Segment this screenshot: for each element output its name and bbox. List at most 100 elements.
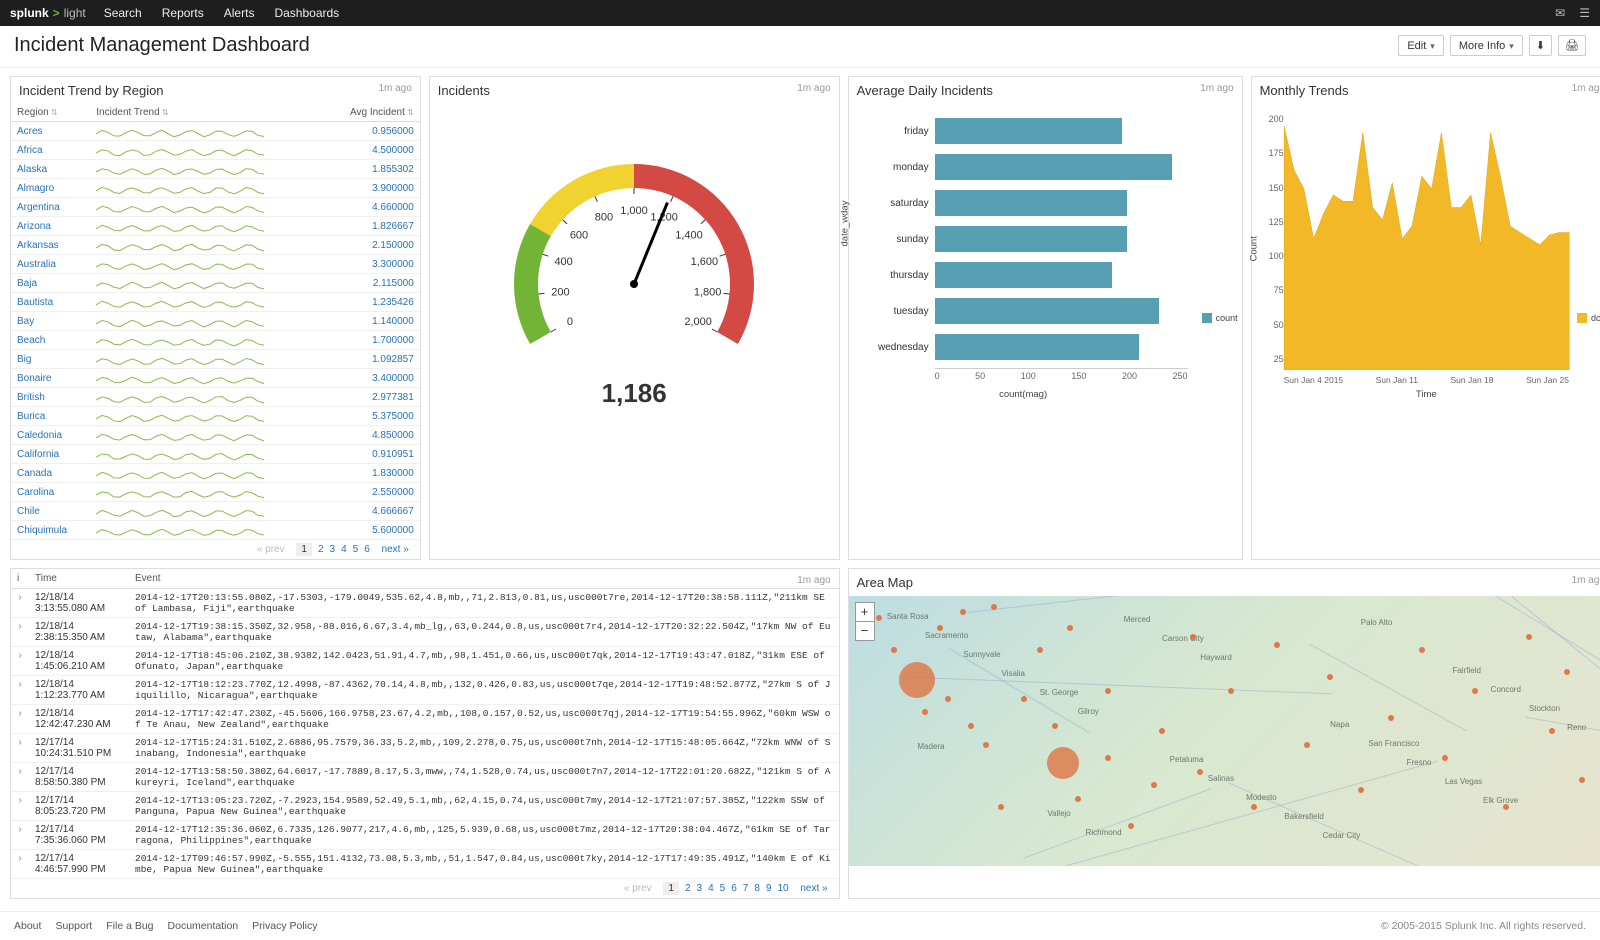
event-row[interactable]: › 12/18/141:12:23.770 AM 2014-12-17T18:1… <box>11 676 839 705</box>
map-marker[interactable] <box>983 742 989 748</box>
pager-next[interactable]: next » <box>382 544 409 555</box>
region-cell[interactable]: Big <box>11 350 90 369</box>
nav-reports[interactable]: Reports <box>162 6 204 20</box>
map-marker[interactable] <box>876 615 882 621</box>
ev-pager-prev[interactable]: « prev <box>624 883 652 894</box>
footer-link[interactable]: Documentation <box>168 920 239 932</box>
col-region[interactable]: Region <box>11 104 90 122</box>
region-cell[interactable]: Arkansas <box>11 236 90 255</box>
map-marker[interactable] <box>1579 777 1585 783</box>
table-row[interactable]: Bonaire 3.400000 <box>11 369 420 388</box>
region-cell[interactable]: Beach <box>11 331 90 350</box>
table-row[interactable]: Canada 1.830000 <box>11 464 420 483</box>
expand-icon[interactable]: › <box>11 676 29 705</box>
map-marker[interactable] <box>1388 715 1394 721</box>
expand-icon[interactable]: › <box>11 618 29 647</box>
footer-link[interactable]: Privacy Policy <box>252 920 317 932</box>
event-row[interactable]: › 12/18/143:13:55.080 AM 2014-12-17T20:1… <box>11 589 839 618</box>
table-row[interactable]: Argentina 4.660000 <box>11 198 420 217</box>
pager-page[interactable]: 2 <box>685 883 691 894</box>
col-expand[interactable]: i <box>11 569 29 589</box>
table-row[interactable]: Big 1.092857 <box>11 350 420 369</box>
table-row[interactable]: Arkansas 2.150000 <box>11 236 420 255</box>
map-marker[interactable] <box>1251 804 1257 810</box>
region-cell[interactable]: Burica <box>11 407 90 426</box>
footer-link[interactable]: About <box>14 920 41 932</box>
map-canvas[interactable]: + − Santa RosaPetalumaFairfieldVallejoNa… <box>849 596 1600 866</box>
map-marker[interactable] <box>1128 823 1134 829</box>
pager-page[interactable]: 9 <box>766 883 772 894</box>
map-marker[interactable] <box>1075 796 1081 802</box>
map-marker[interactable] <box>1190 634 1196 640</box>
map-marker[interactable] <box>991 604 997 610</box>
expand-icon[interactable]: › <box>11 850 29 879</box>
table-row[interactable]: California 0.910951 <box>11 445 420 464</box>
map-marker[interactable] <box>1442 755 1448 761</box>
map-marker[interactable] <box>1067 625 1073 631</box>
pager-page[interactable]: 8 <box>754 883 760 894</box>
pager-page[interactable]: 6 <box>731 883 737 894</box>
map-marker[interactable] <box>1564 669 1570 675</box>
table-row[interactable]: Bay 1.140000 <box>11 312 420 331</box>
region-cell[interactable]: Bautista <box>11 293 90 312</box>
map-marker[interactable] <box>1151 782 1157 788</box>
table-row[interactable]: Australia 3.300000 <box>11 255 420 274</box>
pager-page[interactable]: 1 <box>663 882 679 895</box>
print-button[interactable]: 🖨 <box>1558 35 1586 56</box>
table-row[interactable]: Beach 1.700000 <box>11 331 420 350</box>
region-cell[interactable]: British <box>11 388 90 407</box>
col-time[interactable]: Time <box>29 569 129 589</box>
event-row[interactable]: › 12/17/147:35:36.060 PM 2014-12-17T12:3… <box>11 821 839 850</box>
map-marker[interactable] <box>899 662 935 698</box>
map-marker[interactable] <box>1159 728 1165 734</box>
map-marker[interactable] <box>891 647 897 653</box>
map-marker[interactable] <box>1105 688 1111 694</box>
table-row[interactable]: Chile 4.666667 <box>11 502 420 521</box>
map-marker[interactable] <box>1526 634 1532 640</box>
map-marker[interactable] <box>1228 688 1234 694</box>
expand-icon[interactable]: › <box>11 647 29 676</box>
nav-alerts[interactable]: Alerts <box>224 6 255 20</box>
table-row[interactable]: Almagro 3.900000 <box>11 179 420 198</box>
table-row[interactable]: Burica 5.375000 <box>11 407 420 426</box>
col-trend[interactable]: Incident Trend <box>90 104 323 122</box>
region-cell[interactable]: Alaska <box>11 160 90 179</box>
messages-icon[interactable]: ✉ <box>1555 6 1565 20</box>
pager-page[interactable]: 5 <box>353 544 359 555</box>
table-row[interactable]: Chiquimula 5.600000 <box>11 521 420 540</box>
region-cell[interactable]: Acres <box>11 122 90 141</box>
pager-page[interactable]: 3 <box>697 883 703 894</box>
export-button[interactable]: ⬇ <box>1529 35 1552 56</box>
map-marker[interactable] <box>945 696 951 702</box>
event-row[interactable]: › 12/17/148:58:50.380 PM 2014-12-17T13:5… <box>11 763 839 792</box>
map-marker[interactable] <box>1047 747 1079 779</box>
region-cell[interactable]: Carolina <box>11 483 90 502</box>
region-cell[interactable]: Australia <box>11 255 90 274</box>
event-row[interactable]: › 12/18/141:45:06.210 AM 2014-12-17T18:4… <box>11 647 839 676</box>
zoom-out-button[interactable]: − <box>856 622 874 640</box>
event-row[interactable]: › 12/17/144:46:57.990 PM 2014-12-17T09:4… <box>11 850 839 879</box>
region-cell[interactable]: Caledonia <box>11 426 90 445</box>
menu-icon[interactable]: ☰ <box>1579 6 1590 20</box>
expand-icon[interactable]: › <box>11 589 29 618</box>
table-row[interactable]: Acres 0.956000 <box>11 122 420 141</box>
edit-button[interactable]: Edit <box>1398 35 1444 56</box>
expand-icon[interactable]: › <box>11 792 29 821</box>
col-avg[interactable]: Avg Incident <box>323 104 420 122</box>
map-marker[interactable] <box>1503 804 1509 810</box>
expand-icon[interactable]: › <box>11 705 29 734</box>
map-marker[interactable] <box>968 723 974 729</box>
nav-dashboards[interactable]: Dashboards <box>274 6 339 20</box>
map-marker[interactable] <box>1274 642 1280 648</box>
map-marker[interactable] <box>1327 674 1333 680</box>
more-info-button[interactable]: More Info <box>1450 35 1523 56</box>
region-cell[interactable]: Chile <box>11 502 90 521</box>
region-cell[interactable]: California <box>11 445 90 464</box>
map-marker[interactable] <box>1105 755 1111 761</box>
map-marker[interactable] <box>1304 742 1310 748</box>
footer-link[interactable]: Support <box>55 920 92 932</box>
map-marker[interactable] <box>1197 769 1203 775</box>
event-row[interactable]: › 12/18/142:38:15.350 AM 2014-12-17T19:3… <box>11 618 839 647</box>
map-marker[interactable] <box>1472 688 1478 694</box>
footer-link[interactable]: File a Bug <box>106 920 153 932</box>
